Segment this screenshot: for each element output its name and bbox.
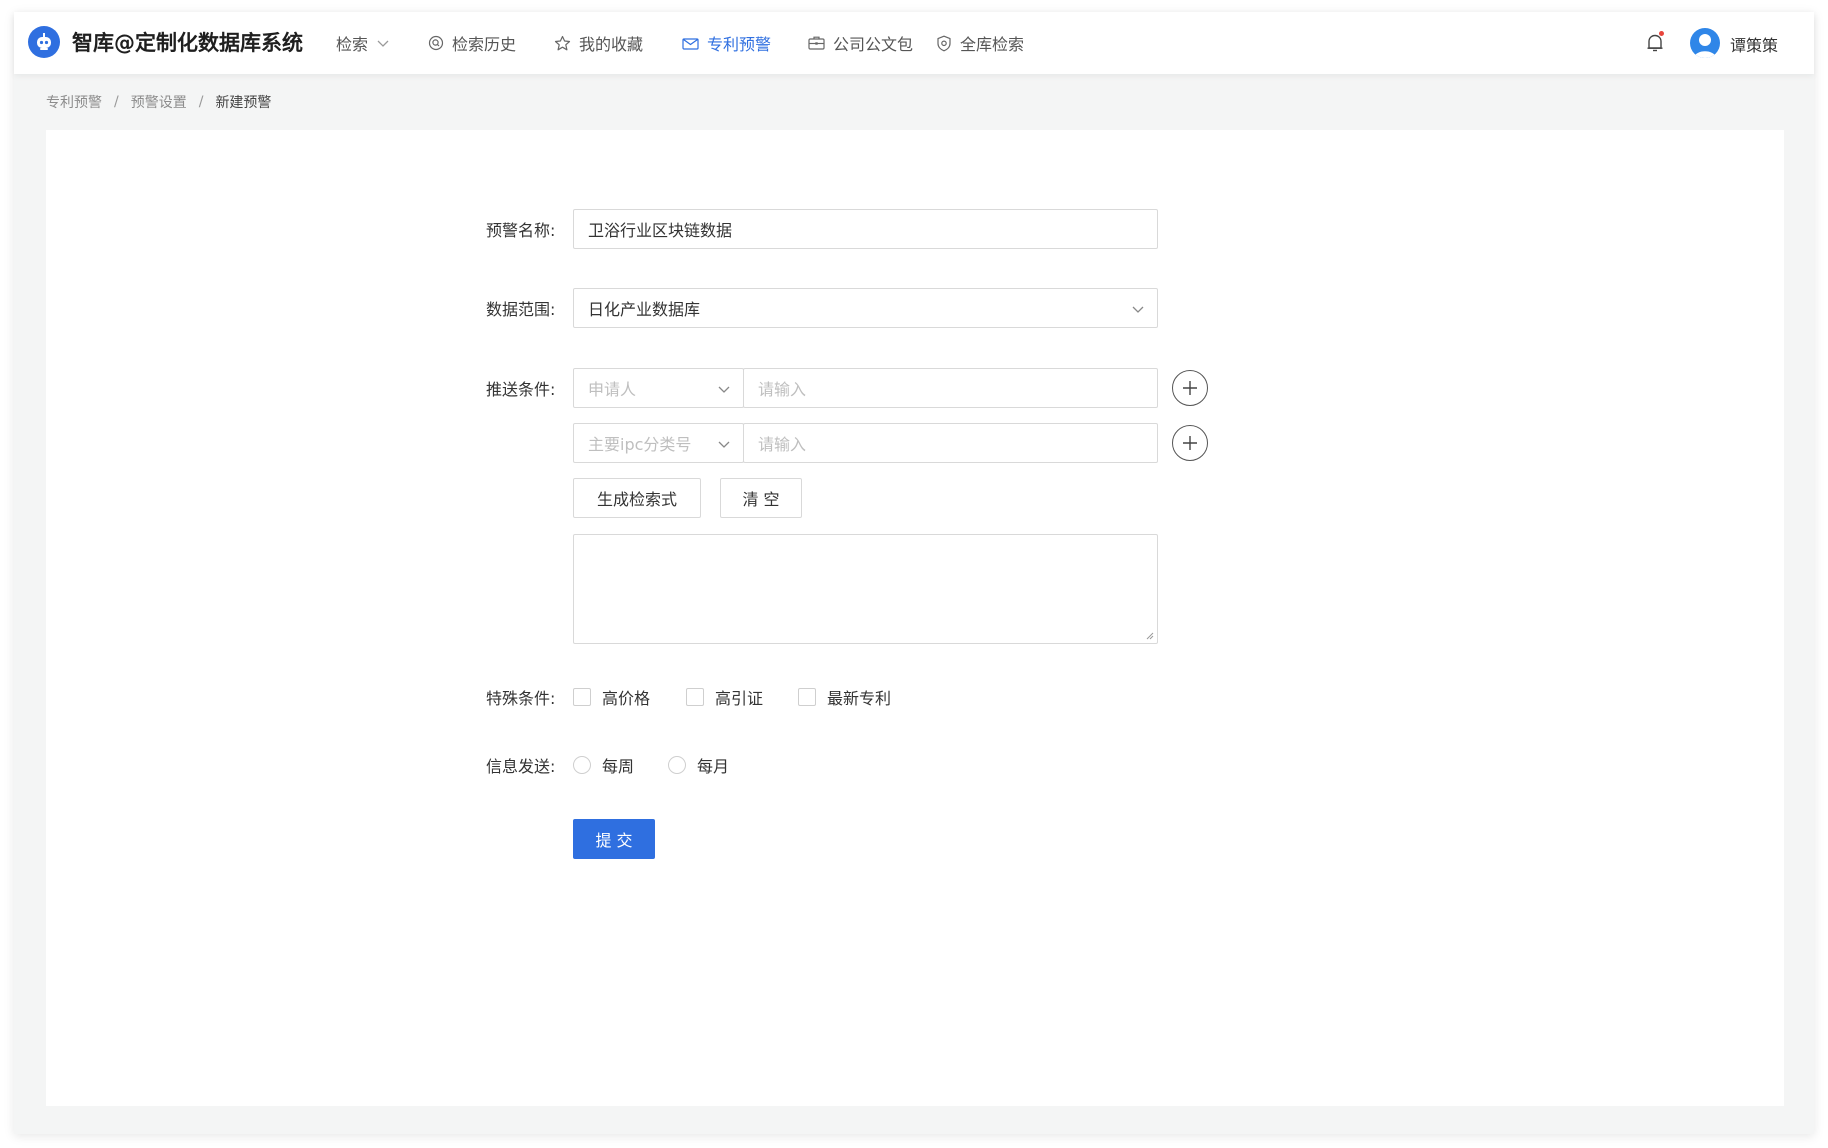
shield-icon xyxy=(937,35,951,51)
radio-monthly[interactable]: 每月 xyxy=(668,753,729,777)
breadcrumb-separator: / xyxy=(114,94,119,110)
checkbox-high-price[interactable]: 高价格 xyxy=(573,685,650,709)
radio-weekly[interactable]: 每周 xyxy=(573,753,634,777)
chevron-down-icon xyxy=(718,386,730,393)
checkbox-box[interactable] xyxy=(573,688,591,706)
nav-company-briefcase[interactable]: 公司公文包 xyxy=(808,32,913,54)
nav-search[interactable]: 检索 xyxy=(336,32,390,54)
add-condition-button[interactable] xyxy=(1172,425,1208,461)
clear-button[interactable]: 清 空 xyxy=(720,478,802,518)
radio-circle[interactable] xyxy=(668,756,686,774)
nav-patent-alert[interactable]: 专利预警 xyxy=(682,32,771,54)
send-frequency-label: 信息发送: xyxy=(486,757,556,776)
notification-dot xyxy=(1659,31,1664,36)
chevron-down-icon xyxy=(377,40,389,47)
condition-field-placeholder: 申请人 xyxy=(588,380,637,399)
nav-favorites[interactable]: 我的收藏 xyxy=(554,32,643,54)
nav-full-search-label: 全库检索 xyxy=(960,35,1025,54)
breadcrumb-alert-settings[interactable]: 预警设置 xyxy=(131,92,187,112)
nav-patent-alert-label: 专利预警 xyxy=(707,35,772,54)
app-window: 智库@定制化数据库系统 检索 检索历史 我的收藏 专利预警 公司公文包 全库检索 xyxy=(14,12,1814,1134)
nav-company-briefcase-label: 公司公文包 xyxy=(833,35,914,54)
username[interactable]: 谭策策 xyxy=(1730,32,1778,56)
breadcrumb-patent-alert[interactable]: 专利预警 xyxy=(46,92,102,112)
chevron-down-icon xyxy=(1132,306,1144,313)
radio-label: 每周 xyxy=(602,757,635,776)
breadcrumb-new-alert: 新建预警 xyxy=(215,95,272,111)
checkbox-box[interactable] xyxy=(686,688,704,706)
chevron-down-icon xyxy=(718,441,730,448)
briefcase-icon xyxy=(808,36,825,50)
breadcrumb-separator: / xyxy=(198,94,204,110)
nav-search-label: 检索 xyxy=(336,35,369,54)
plus-icon xyxy=(1183,381,1197,395)
condition-field-select[interactable]: 主要ipc分类号 xyxy=(573,423,744,463)
special-conditions-label: 特殊条件: xyxy=(486,689,556,708)
notification-bell-icon[interactable] xyxy=(1641,29,1669,57)
alert-name-label: 预警名称: xyxy=(486,221,556,240)
history-search-icon xyxy=(428,35,444,51)
resize-handle-icon[interactable] xyxy=(1144,630,1154,640)
checkbox-box[interactable] xyxy=(798,688,816,706)
robot-logo-icon[interactable] xyxy=(28,26,60,58)
push-conditions-label: 推送条件: xyxy=(486,380,556,399)
breadcrumb: 专利预警 / 预警设置 / 新建预警 xyxy=(46,92,271,112)
alert-name-input[interactable]: 卫浴行业区块链数据 xyxy=(573,209,1158,249)
plus-icon xyxy=(1183,436,1197,450)
checkbox-high-citation[interactable]: 高引证 xyxy=(686,685,763,709)
checkbox-latest-patent[interactable]: 最新专利 xyxy=(798,685,891,709)
checkbox-label: 高引证 xyxy=(715,689,764,708)
nav-search-history-label: 检索历史 xyxy=(452,35,517,54)
avatar[interactable] xyxy=(1690,28,1720,58)
nav-search-history[interactable]: 检索历史 xyxy=(428,32,516,54)
query-textarea[interactable] xyxy=(573,534,1158,644)
new-alert-form-panel: 预警名称: 卫浴行业区块链数据 数据范围: 日化产业数据库 推送条件: 申请人 … xyxy=(46,130,1784,1106)
radio-circle[interactable] xyxy=(573,756,591,774)
condition-field-select[interactable]: 申请人 xyxy=(573,368,744,408)
radio-label: 每月 xyxy=(697,757,730,776)
data-scope-select[interactable]: 日化产业数据库 xyxy=(573,288,1158,328)
nav-full-search[interactable]: 全库检索 xyxy=(936,32,1024,54)
checkbox-label: 最新专利 xyxy=(827,689,892,708)
mail-icon xyxy=(682,37,699,50)
star-icon xyxy=(554,35,571,50)
top-navigation-bar: 智库@定制化数据库系统 检索 检索历史 我的收藏 专利预警 公司公文包 全库检索 xyxy=(14,12,1814,74)
data-scope-value: 日化产业数据库 xyxy=(588,300,701,319)
checkbox-label: 高价格 xyxy=(602,689,651,708)
nav-favorites-label: 我的收藏 xyxy=(579,35,644,54)
condition-value-input[interactable]: 请输入 xyxy=(743,368,1158,408)
generate-query-button[interactable]: 生成检索式 xyxy=(573,478,701,518)
add-condition-button[interactable] xyxy=(1172,370,1208,406)
condition-field-placeholder: 主要ipc分类号 xyxy=(588,435,692,454)
condition-value-input[interactable]: 请输入 xyxy=(743,423,1158,463)
data-scope-label: 数据范围: xyxy=(486,300,556,319)
submit-button[interactable]: 提 交 xyxy=(573,819,655,859)
app-title: 智库@定制化数据库系统 xyxy=(72,31,303,55)
